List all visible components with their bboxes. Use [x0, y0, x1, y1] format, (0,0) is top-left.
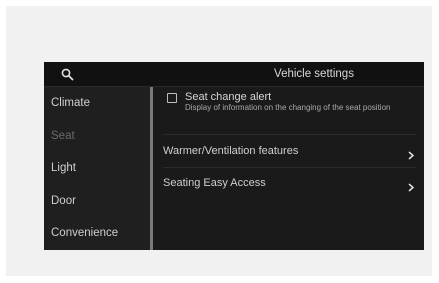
- chevron-right-icon: [408, 147, 415, 165]
- sidebar-item-climate[interactable]: Climate: [44, 87, 150, 120]
- warmer-ventilation-label: Warmer/Ventilation features: [163, 145, 299, 157]
- seat-change-alert-checkbox[interactable]: [167, 93, 177, 103]
- search-button[interactable]: [44, 62, 90, 86]
- sidebar: Climate Seat Light Door Convenience: [44, 87, 150, 250]
- chevron-right-icon: [408, 179, 415, 197]
- seating-easy-access-option[interactable]: Seating Easy Access: [153, 168, 424, 198]
- search-icon: [61, 68, 74, 81]
- seat-change-alert-label: Seat change alert: [185, 91, 272, 103]
- infotainment-screen: Vehicle settings Climate Seat Light Door…: [44, 62, 424, 250]
- sidebar-item-door[interactable]: Door: [44, 185, 150, 218]
- sidebar-item-seat[interactable]: Seat: [44, 120, 150, 153]
- seat-change-alert-description: Display of information on the changing o…: [185, 103, 391, 112]
- figure-frame: Vehicle settings Climate Seat Light Door…: [6, 6, 432, 276]
- row-divider: [163, 134, 416, 135]
- page-title: Vehicle settings: [274, 68, 354, 80]
- sidebar-item-light[interactable]: Light: [44, 152, 150, 185]
- seat-settings-panel: Seat change alert Display of information…: [153, 87, 424, 250]
- seating-easy-access-label: Seating Easy Access: [163, 177, 266, 189]
- seat-change-alert-row[interactable]: Seat change alert Display of information…: [167, 91, 416, 129]
- top-bar: Vehicle settings: [44, 62, 424, 87]
- sidebar-item-convenience[interactable]: Convenience: [44, 217, 150, 250]
- warmer-ventilation-option[interactable]: Warmer/Ventilation features: [153, 136, 424, 166]
